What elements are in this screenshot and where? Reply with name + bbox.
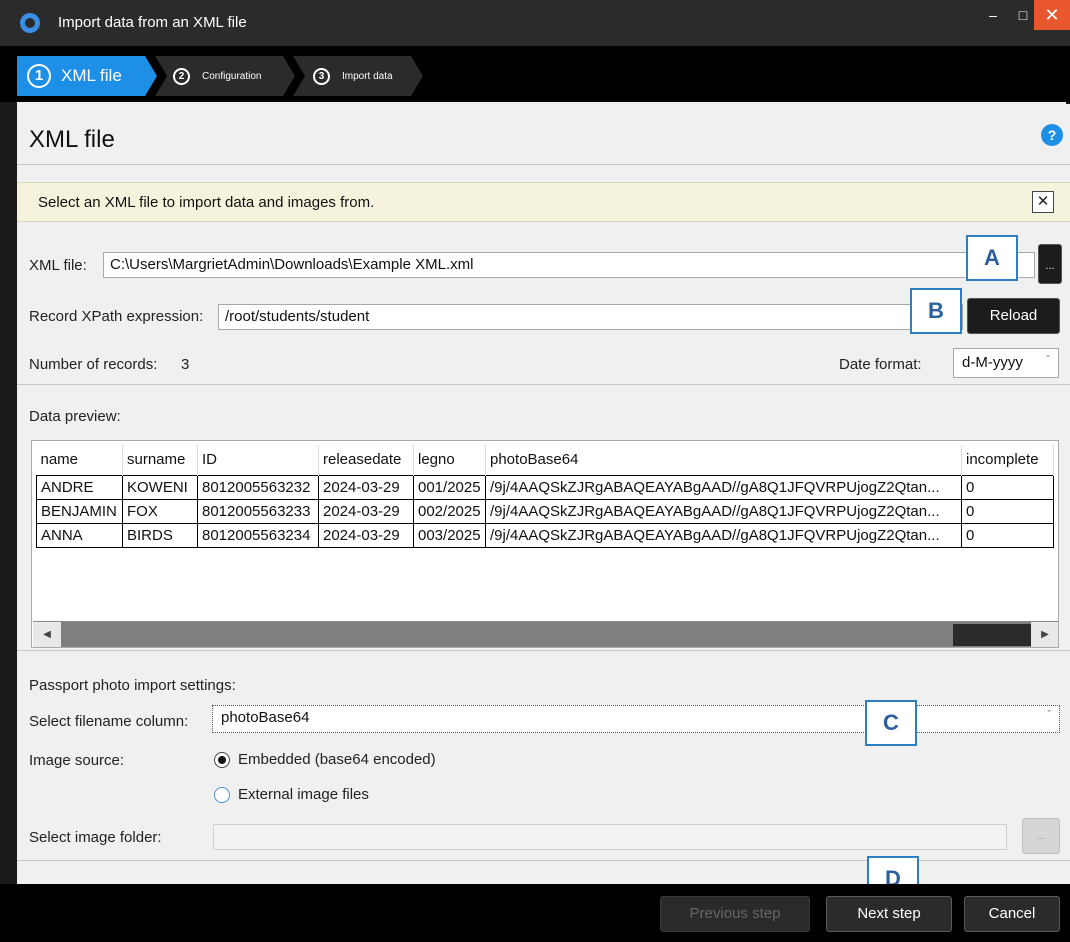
title-bar: Import data from an XML file – □ ✕ — [0, 0, 1070, 46]
step-label: XML file — [61, 66, 122, 85]
step-xml-file[interactable]: 1 XML file — [17, 56, 157, 96]
filename-column-value: photoBase64 — [221, 709, 310, 726]
window-title: Import data from an XML file — [58, 14, 247, 31]
info-banner-text: Select an XML file to import data and im… — [38, 194, 375, 211]
table-cell[interactable]: 2024-03-29 — [318, 474, 414, 500]
page-title: XML file — [29, 126, 115, 153]
radio-external-label[interactable]: External image files — [238, 786, 369, 803]
chevron-down-icon: ˇ — [1047, 709, 1051, 721]
callout-c: C — [865, 700, 917, 746]
next-step-button[interactable]: Next step — [826, 896, 952, 932]
step-number: 3 — [313, 67, 330, 85]
date-format-select[interactable]: d-M-yyyy ˇ — [953, 348, 1059, 378]
xml-file-input[interactable]: C:\Users\MargrietAdmin\Downloads\Example… — [103, 252, 1035, 278]
table-cell[interactable]: /9j/4AAQSkZJRgABAQEAYABgAAD//gA8Q1JFQVRP… — [485, 474, 962, 500]
date-format-value: d-M-yyyy — [962, 354, 1023, 371]
previous-step-button[interactable]: Previous step — [660, 896, 810, 932]
horizontal-scrollbar[interactable]: ◀ ▶ — [33, 621, 1058, 647]
cancel-button[interactable]: Cancel — [964, 896, 1060, 932]
browse-folder-button[interactable]: ... — [1022, 818, 1060, 854]
column-header[interactable]: releasedate — [318, 445, 414, 475]
table-cell[interactable]: 2024-03-29 — [318, 498, 414, 524]
xml-file-label: XML file: — [29, 257, 87, 274]
table-cell[interactable]: ANDRE — [36, 474, 123, 500]
browse-xml-button[interactable]: ... — [1038, 244, 1062, 284]
radio-external[interactable] — [214, 787, 230, 803]
divider — [17, 164, 1070, 165]
info-banner: Select an XML file to import data and im… — [17, 182, 1070, 222]
step-number: 1 — [27, 64, 51, 88]
reload-button[interactable]: Reload — [967, 298, 1060, 334]
step-configuration[interactable]: 2 Configuration — [155, 56, 295, 96]
column-header[interactable]: incomplete — [961, 445, 1054, 475]
column-header[interactable]: legno — [413, 445, 486, 475]
image-folder-input[interactable] — [213, 824, 1007, 850]
table-cell[interactable]: 8012005563234 — [197, 522, 319, 548]
table-cell[interactable]: BENJAMIN — [36, 498, 123, 524]
table-cell[interactable]: 002/2025 — [413, 498, 486, 524]
app-icon — [20, 13, 40, 33]
table-row[interactable]: ANDRE KOWENI 8012005563232 2024-03-29 00… — [36, 474, 1054, 500]
chevron-down-icon: ˇ — [1046, 354, 1050, 366]
footer-bar: Previous step Next step Cancel — [0, 884, 1070, 942]
radio-embedded[interactable] — [214, 752, 230, 768]
records-label: Number of records: — [29, 356, 158, 373]
records-count: 3 — [181, 356, 190, 373]
divider — [17, 650, 1070, 651]
help-icon[interactable]: ? — [1041, 124, 1063, 146]
table-cell[interactable]: BIRDS — [122, 522, 198, 548]
callout-a: A — [966, 235, 1018, 281]
table-cell[interactable]: /9j/4AAQSkZJRgABAQEAYABgAAD//gA8Q1JFQVRP… — [485, 498, 962, 524]
import-xml-dialog: Import data from an XML file – □ ✕ 1 XML… — [0, 0, 1070, 942]
xpath-label: Record XPath expression: — [29, 308, 204, 325]
column-header[interactable]: ID — [197, 445, 319, 475]
table-cell[interactable]: 8012005563232 — [197, 474, 319, 500]
column-header[interactable]: photoBase64 — [485, 445, 962, 475]
table-header-row: name surname ID releasedate legno photoB… — [36, 445, 1054, 475]
content-panel: XML file ? Select an XML file to import … — [17, 104, 1070, 902]
filename-column-label: Select filename column: — [29, 713, 189, 730]
table-cell[interactable]: /9j/4AAQSkZJRgABAQEAYABgAAD//gA8Q1JFQVRP… — [485, 522, 962, 548]
wizard-steps: 1 XML file 2 Configuration 3 Import data — [0, 46, 1070, 102]
callout-b: B — [910, 288, 962, 334]
table-cell[interactable]: 001/2025 — [413, 474, 486, 500]
filename-column-select[interactable]: photoBase64 ˇ — [212, 705, 1060, 733]
column-header[interactable]: surname — [122, 445, 198, 475]
step-number: 2 — [173, 67, 190, 85]
table-cell[interactable]: KOWENI — [122, 474, 198, 500]
window-frame-left — [0, 102, 17, 884]
image-source-label: Image source: — [29, 752, 125, 769]
table-cell[interactable]: 8012005563233 — [197, 498, 319, 524]
divider — [17, 384, 1070, 385]
scroll-right-icon[interactable]: ▶ — [1031, 622, 1058, 647]
xpath-input[interactable]: /root/students/student — [218, 304, 963, 330]
table-cell[interactable]: 2024-03-29 — [318, 522, 414, 548]
column-header[interactable]: name — [36, 445, 123, 475]
table-row[interactable]: ANNA BIRDS 8012005563234 2024-03-29 003/… — [36, 522, 1054, 548]
table-cell[interactable]: 0 — [961, 522, 1054, 548]
data-preview-grid[interactable]: name surname ID releasedate legno photoB… — [31, 440, 1059, 648]
scrollbar-thumb[interactable] — [953, 624, 1031, 646]
date-format-label: Date format: — [839, 356, 922, 373]
preview-table: name surname ID releasedate legno photoB… — [36, 445, 1054, 548]
table-row[interactable]: BENJAMIN FOX 8012005563233 2024-03-29 00… — [36, 498, 1054, 524]
close-banner-button[interactable]: ✕ — [1032, 191, 1054, 213]
photo-settings-heading: Passport photo import settings: — [29, 677, 236, 694]
table-cell[interactable]: FOX — [122, 498, 198, 524]
step-label: Configuration — [202, 70, 262, 82]
step-label: Import data — [342, 70, 393, 82]
table-cell[interactable]: ANNA — [36, 522, 123, 548]
table-cell[interactable]: 0 — [961, 498, 1054, 524]
table-cell[interactable]: 0 — [961, 474, 1054, 500]
radio-embedded-label[interactable]: Embedded (base64 encoded) — [238, 751, 436, 768]
data-preview-label: Data preview: — [29, 408, 121, 425]
step-import-data[interactable]: 3 Import data — [293, 56, 423, 96]
scroll-left-icon[interactable]: ◀ — [33, 622, 61, 647]
table-cell[interactable]: 003/2025 — [413, 522, 486, 548]
close-window-button[interactable]: ✕ — [1034, 0, 1070, 30]
image-folder-label: Select image folder: — [29, 829, 162, 846]
